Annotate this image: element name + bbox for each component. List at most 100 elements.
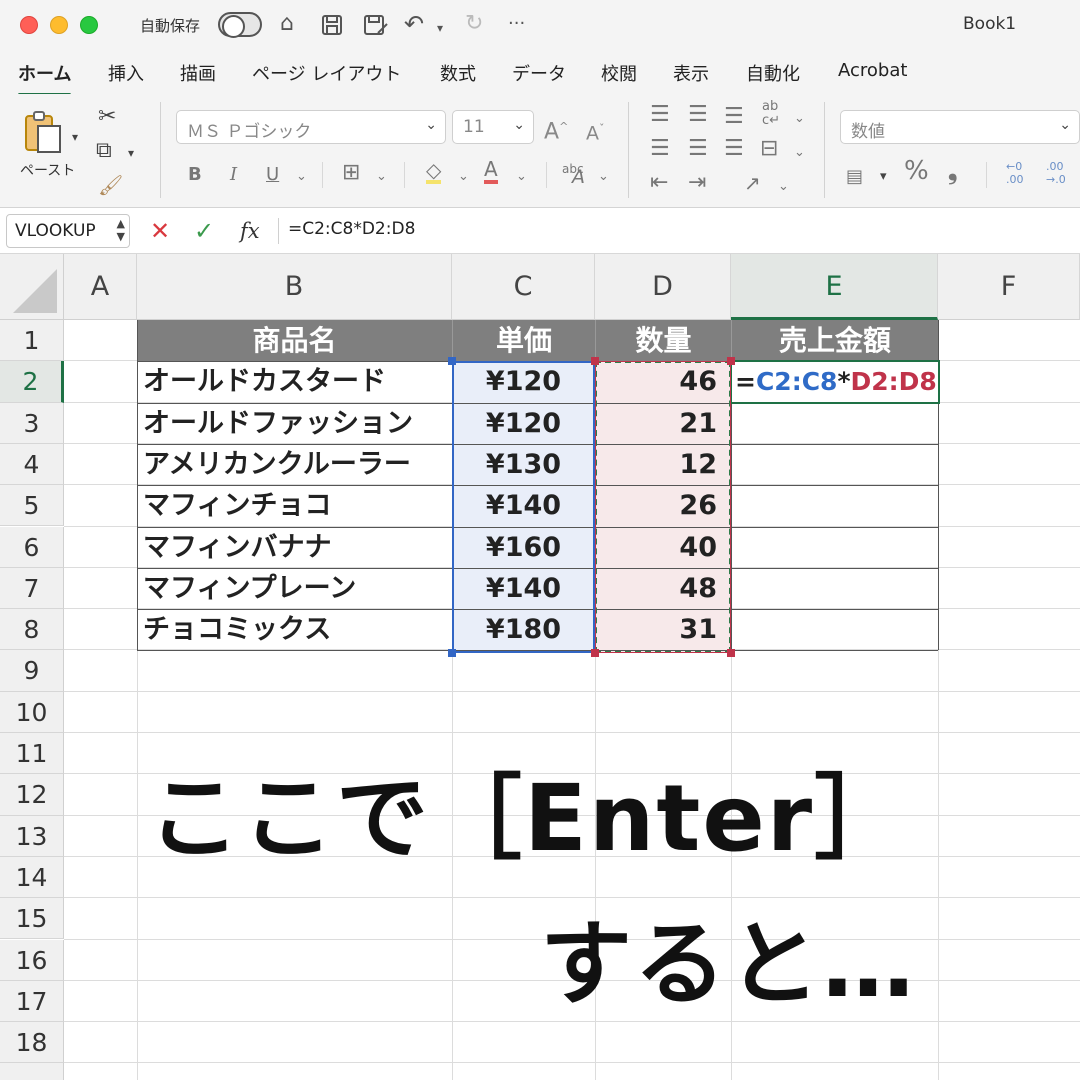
quantity-cell[interactable]: 46	[595, 361, 731, 402]
percent-style-button[interactable]: %	[904, 158, 929, 184]
underline-button[interactable]: U	[266, 164, 279, 186]
font-size-select[interactable]: 11 ⌄	[452, 110, 534, 144]
product-name-cell[interactable]: アメリカンクルーラー	[137, 444, 452, 485]
header-cell-quantity[interactable]: 数量	[595, 320, 731, 361]
italic-button[interactable]: I	[230, 164, 237, 186]
name-box-spinner-icon[interactable]: ▲ ▼	[117, 217, 125, 243]
quantity-cell[interactable]: 40	[595, 527, 731, 568]
header-cell-price[interactable]: 単価	[452, 320, 595, 361]
home-icon[interactable]: ⌂	[280, 10, 294, 38]
column-header-a[interactable]: A	[64, 254, 137, 320]
row-header[interactable]: 16	[0, 939, 64, 981]
price-cell[interactable]: ¥140	[452, 568, 595, 609]
cut-icon[interactable]: ✂	[98, 106, 116, 128]
name-box[interactable]: VLOOKUP ▲ ▼	[6, 214, 130, 248]
column-header-f[interactable]: F	[938, 254, 1080, 320]
product-name-cell[interactable]: マフィンバナナ	[137, 527, 452, 568]
tab-formulas[interactable]: 数式	[440, 60, 476, 86]
borders-dropdown-icon[interactable]: ⌄	[376, 166, 387, 188]
price-cell[interactable]: ¥140	[452, 485, 595, 526]
paste-dropdown-icon[interactable]: ▾	[72, 126, 78, 148]
cancel-icon[interactable]: ✕	[150, 217, 170, 245]
font-color-icon[interactable]: A	[484, 158, 498, 184]
header-cell-product[interactable]: 商品名	[137, 320, 452, 361]
tab-acrobat[interactable]: Acrobat	[838, 60, 907, 81]
undo-icon[interactable]: ↶	[404, 10, 424, 38]
close-window-button[interactable]	[20, 16, 38, 34]
row-header[interactable]: 7	[0, 567, 64, 610]
borders-icon[interactable]: ⊞	[342, 162, 360, 184]
range-handle[interactable]	[591, 649, 599, 657]
font-name-select[interactable]: ＭＳ Ｐゴシック ⌄	[176, 110, 446, 144]
text-orientation-icon[interactable]: ↗	[744, 172, 761, 194]
redo-icon[interactable]: ↻	[465, 10, 483, 38]
row-header[interactable]: 3	[0, 402, 64, 444]
header-cell-sales[interactable]: 売上金額	[731, 320, 938, 361]
insert-function-icon[interactable]: fx	[240, 217, 260, 245]
tab-automate[interactable]: 自動化	[746, 60, 800, 86]
range-handle[interactable]	[727, 357, 735, 365]
row-header[interactable]: 4	[0, 443, 64, 486]
decrease-decimal-icon[interactable]: .00 →.0	[1046, 160, 1066, 186]
formula-input[interactable]: =C2:C8*D2:D8	[288, 219, 415, 239]
number-format-select[interactable]: 数値 ⌄	[840, 110, 1080, 144]
undo-dropdown-icon[interactable]: ▾	[437, 14, 443, 42]
tab-insert[interactable]: 挿入	[108, 60, 144, 86]
price-cell[interactable]: ¥120	[452, 403, 595, 444]
save-icon[interactable]	[320, 10, 344, 45]
align-left-icon[interactable]: ☰	[650, 138, 670, 160]
product-name-cell[interactable]: チョコミックス	[137, 609, 452, 650]
tab-page-layout[interactable]: ページ レイアウト	[252, 60, 401, 86]
row-header[interactable]: 14	[0, 856, 64, 899]
wrap-text-icon[interactable]: ab c↵	[762, 100, 780, 128]
row-header[interactable]	[0, 1063, 64, 1080]
save-as-icon[interactable]	[362, 10, 390, 45]
align-top-icon[interactable]: ☰	[650, 104, 670, 126]
row-header[interactable]: 11	[0, 733, 64, 775]
select-all-button[interactable]	[0, 254, 64, 320]
row-header[interactable]: 1	[0, 320, 64, 362]
zoom-window-button[interactable]	[80, 16, 98, 34]
row-header[interactable]: 2	[0, 361, 64, 403]
accounting-dropdown-icon[interactable]: ▾	[880, 166, 887, 188]
accounting-format-icon[interactable]: ▤	[846, 166, 863, 188]
enter-icon[interactable]: ✓	[194, 217, 214, 245]
price-cell[interactable]: ¥130	[452, 444, 595, 485]
increase-indent-icon[interactable]: ⇥	[688, 172, 706, 194]
range-handle[interactable]	[448, 357, 456, 365]
range-handle[interactable]	[591, 357, 599, 365]
paste-icon[interactable]	[24, 110, 64, 154]
format-painter-icon[interactable]: 🖌	[98, 174, 123, 196]
row-header[interactable]: 9	[0, 650, 64, 692]
align-center-icon[interactable]: ☰	[688, 138, 708, 160]
minimize-window-button[interactable]	[50, 16, 68, 34]
quantity-cell[interactable]: 31	[595, 609, 731, 650]
autosave-toggle[interactable]	[218, 12, 262, 38]
column-header-b[interactable]: B	[137, 254, 452, 320]
range-handle[interactable]	[448, 649, 456, 657]
row-header[interactable]: 13	[0, 815, 64, 857]
product-name-cell[interactable]: オールドカスタード	[137, 361, 452, 402]
price-cell[interactable]: ¥180	[452, 609, 595, 650]
tab-view[interactable]: 表示	[673, 60, 709, 86]
row-header[interactable]: 12	[0, 774, 64, 816]
tab-data[interactable]: データ	[512, 60, 566, 86]
increase-decimal-icon[interactable]: ←0.00	[1006, 160, 1024, 186]
copy-icon[interactable]: ⧉	[96, 140, 112, 162]
orientation-dropdown-icon[interactable]: ⌄	[794, 108, 805, 130]
range-handle[interactable]	[727, 649, 735, 657]
price-cell[interactable]: ¥120	[452, 361, 595, 402]
row-header[interactable]: 18	[0, 1022, 64, 1064]
product-name-cell[interactable]: マフィンプレーン	[137, 568, 452, 609]
bold-button[interactable]: B	[188, 164, 202, 186]
fill-color-dropdown-icon[interactable]: ⌄	[458, 166, 469, 188]
column-header-c[interactable]: C	[452, 254, 595, 320]
quantity-cell[interactable]: 48	[595, 568, 731, 609]
row-header[interactable]: 6	[0, 526, 64, 568]
row-header[interactable]: 15	[0, 898, 64, 940]
copy-dropdown-icon[interactable]: ▾	[128, 142, 134, 164]
row-header[interactable]: 17	[0, 980, 64, 1023]
increase-font-icon[interactable]: A^	[544, 116, 568, 143]
more-icon[interactable]: ···	[508, 10, 525, 38]
quantity-cell[interactable]: 12	[595, 444, 731, 485]
